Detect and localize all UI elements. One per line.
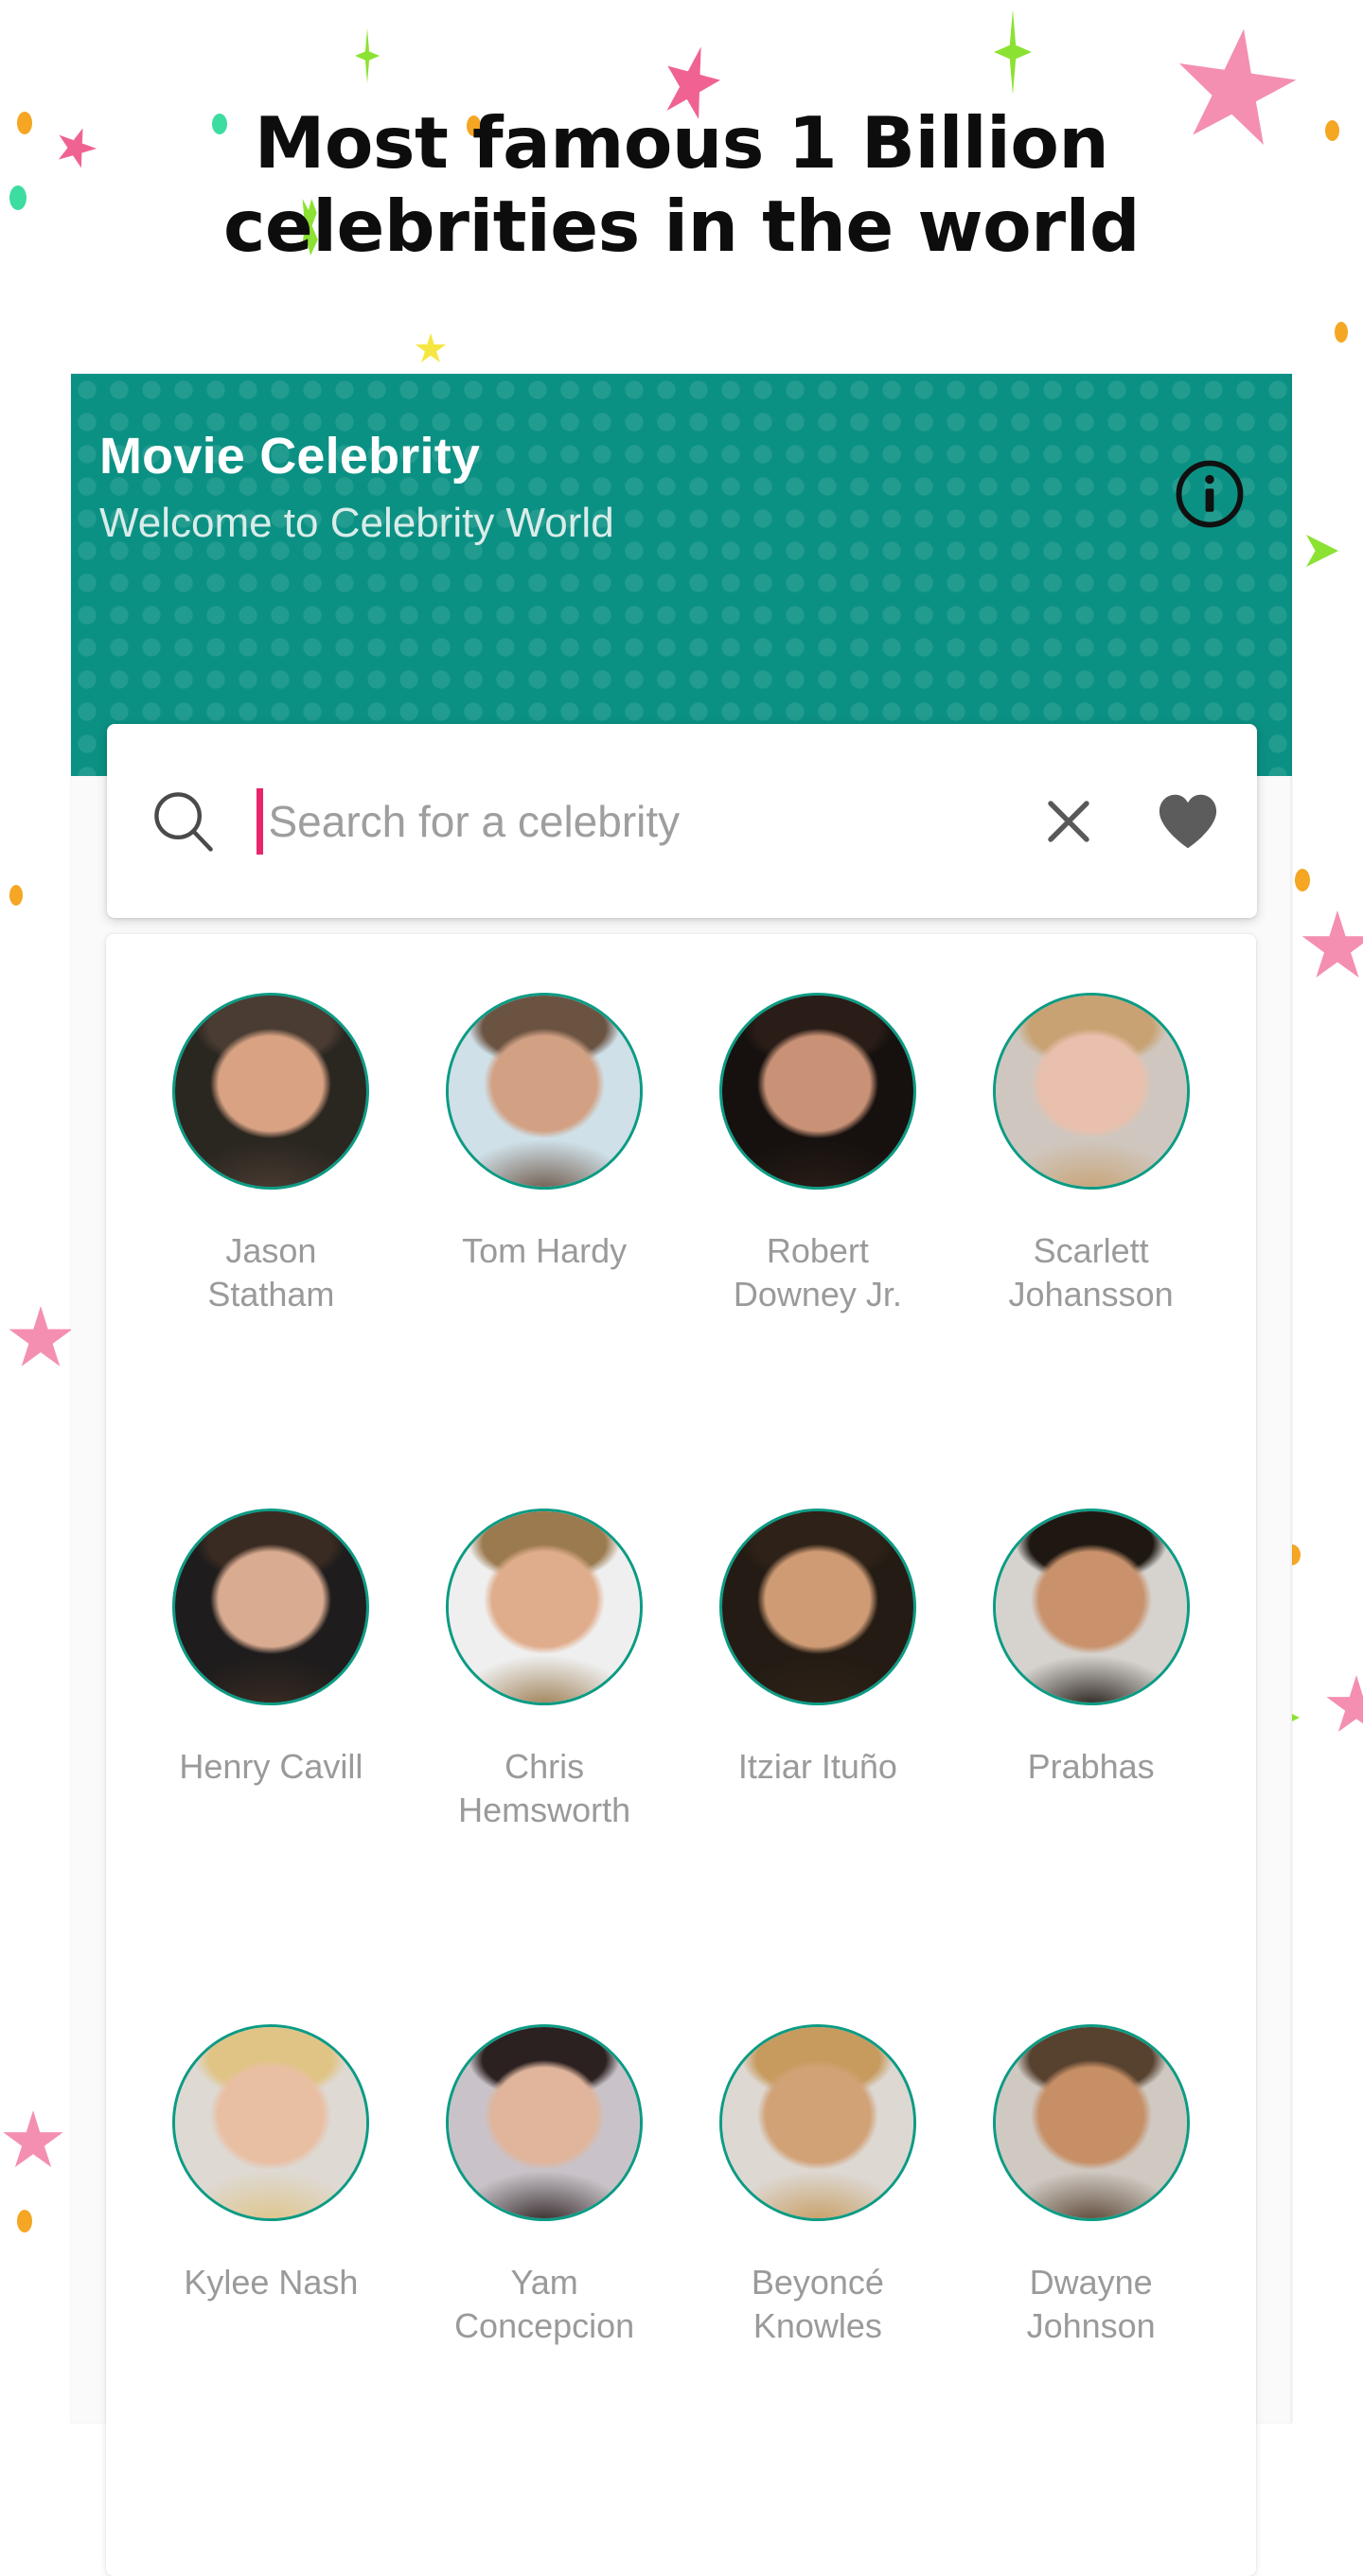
confetti-star xyxy=(1301,910,1363,978)
confetti-star xyxy=(9,1306,73,1367)
search-bar-container xyxy=(71,724,1292,918)
avatar-photo xyxy=(449,996,641,1187)
page-title-line-2: celebrities in the world xyxy=(222,185,1141,268)
celebrity-item[interactable]: Beyoncé Knowles xyxy=(682,2003,955,2519)
celebrity-item[interactable]: Prabhas xyxy=(954,1488,1228,2003)
search-bar[interactable] xyxy=(106,724,1257,918)
app-right-edge xyxy=(1290,374,1292,2423)
app-header: Movie Celebrity Welcome to Celebrity Wor… xyxy=(71,374,1292,776)
celebrity-name: Henry Cavill xyxy=(179,1747,363,1786)
celebrity-name: Itziar Ituño xyxy=(737,1747,897,1786)
avatar-photo xyxy=(449,1511,641,1703)
avatar-photo xyxy=(995,996,1187,1187)
avatar-photo xyxy=(721,996,913,1187)
avatar[interactable] xyxy=(992,1509,1190,1705)
celebrity-name: Scarlett Johansson xyxy=(1008,1231,1174,1314)
celebrity-name: Robert Downey Jr. xyxy=(733,1231,902,1314)
avatar-photo xyxy=(449,2027,641,2218)
celebrity-item[interactable]: Dwayne Johnson xyxy=(954,2003,1228,2519)
avatar[interactable] xyxy=(992,2024,1190,2221)
confetti-dot xyxy=(9,885,23,906)
celebrity-item[interactable]: Kylee Nash xyxy=(134,2003,408,2519)
celebrity-name: Tom Hardy xyxy=(462,1231,628,1270)
confetti-dot xyxy=(1295,869,1310,891)
avatar[interactable] xyxy=(172,2024,370,2221)
celebrity-name: Jason Statham xyxy=(207,1231,335,1314)
avatar-photo xyxy=(995,2027,1187,2218)
avatar-photo xyxy=(721,1511,913,1703)
celebrity-name: Yam Concepcion xyxy=(454,2263,635,2346)
page-title-line-1: Most famous 1 Billion xyxy=(254,100,1109,185)
app-subtitle: Welcome to Celebrity World xyxy=(99,500,614,547)
celebrity-name: Dwayne Johnson xyxy=(1026,2263,1156,2346)
avatar[interactable] xyxy=(718,993,916,1190)
confetti-dot xyxy=(17,2210,32,2232)
app-screen: Movie Celebrity Welcome to Celebrity Wor… xyxy=(71,374,1292,2576)
celebrity-name: Beyoncé Knowles xyxy=(751,2263,884,2346)
celebrity-name: Kylee Nash xyxy=(184,2263,359,2302)
avatar[interactable] xyxy=(446,2024,644,2221)
confetti-star xyxy=(1326,1675,1363,1733)
header-text-block: Movie Celebrity Welcome to Celebrity Wor… xyxy=(99,428,614,547)
page-title: Most famous 1 Billion celebrities in the… xyxy=(85,101,1278,269)
celebrity-item[interactable]: Itziar Ituño xyxy=(682,1488,955,2003)
avatar[interactable] xyxy=(172,993,370,1190)
info-circle-icon[interactable] xyxy=(1173,457,1247,531)
avatar-photo xyxy=(175,996,367,1187)
avatar[interactable] xyxy=(446,1509,644,1705)
celebrity-name: Chris Hemsworth xyxy=(458,1747,631,1830)
celebrity-grid: Jason Statham Tom Hardy Robert Downey Jr. S… xyxy=(134,972,1228,2519)
app-title: Movie Celebrity xyxy=(99,428,481,485)
avatar-photo xyxy=(175,2027,367,2218)
avatar-photo xyxy=(175,1511,367,1703)
search-input[interactable] xyxy=(262,795,1039,847)
avatar[interactable] xyxy=(718,1509,916,1705)
celebrity-item[interactable]: Tom Hardy xyxy=(408,972,682,1488)
avatar[interactable] xyxy=(446,993,644,1190)
avatar[interactable] xyxy=(172,1509,370,1705)
heart-filled-icon[interactable] xyxy=(1157,792,1219,851)
celebrity-item[interactable]: Jason Statham xyxy=(134,972,408,1488)
confetti-tri xyxy=(1306,535,1338,567)
close-x-icon[interactable] xyxy=(1039,792,1098,851)
confetti-star xyxy=(3,2110,63,2168)
avatar-photo xyxy=(721,2027,913,2218)
avatar[interactable] xyxy=(992,993,1190,1190)
hero-banner: Most famous 1 Billion celebrities in the… xyxy=(0,0,1363,369)
search-icon xyxy=(149,786,219,856)
celebrity-item[interactable]: Scarlett Johansson xyxy=(954,972,1228,1488)
avatar[interactable] xyxy=(718,2024,916,2221)
celebrity-grid-card: Jason Statham Tom Hardy Robert Downey Jr. S… xyxy=(106,934,1256,2576)
celebrity-name: Prabhas xyxy=(1027,1747,1155,1786)
celebrity-item[interactable]: Chris Hemsworth xyxy=(408,1488,682,2003)
avatar-photo xyxy=(995,1511,1187,1703)
celebrity-item[interactable]: Yam Concepcion xyxy=(408,2003,682,2519)
text-cursor xyxy=(256,787,263,855)
celebrity-item[interactable]: Robert Downey Jr. xyxy=(682,972,955,1488)
celebrity-item[interactable]: Henry Cavill xyxy=(134,1488,408,2003)
